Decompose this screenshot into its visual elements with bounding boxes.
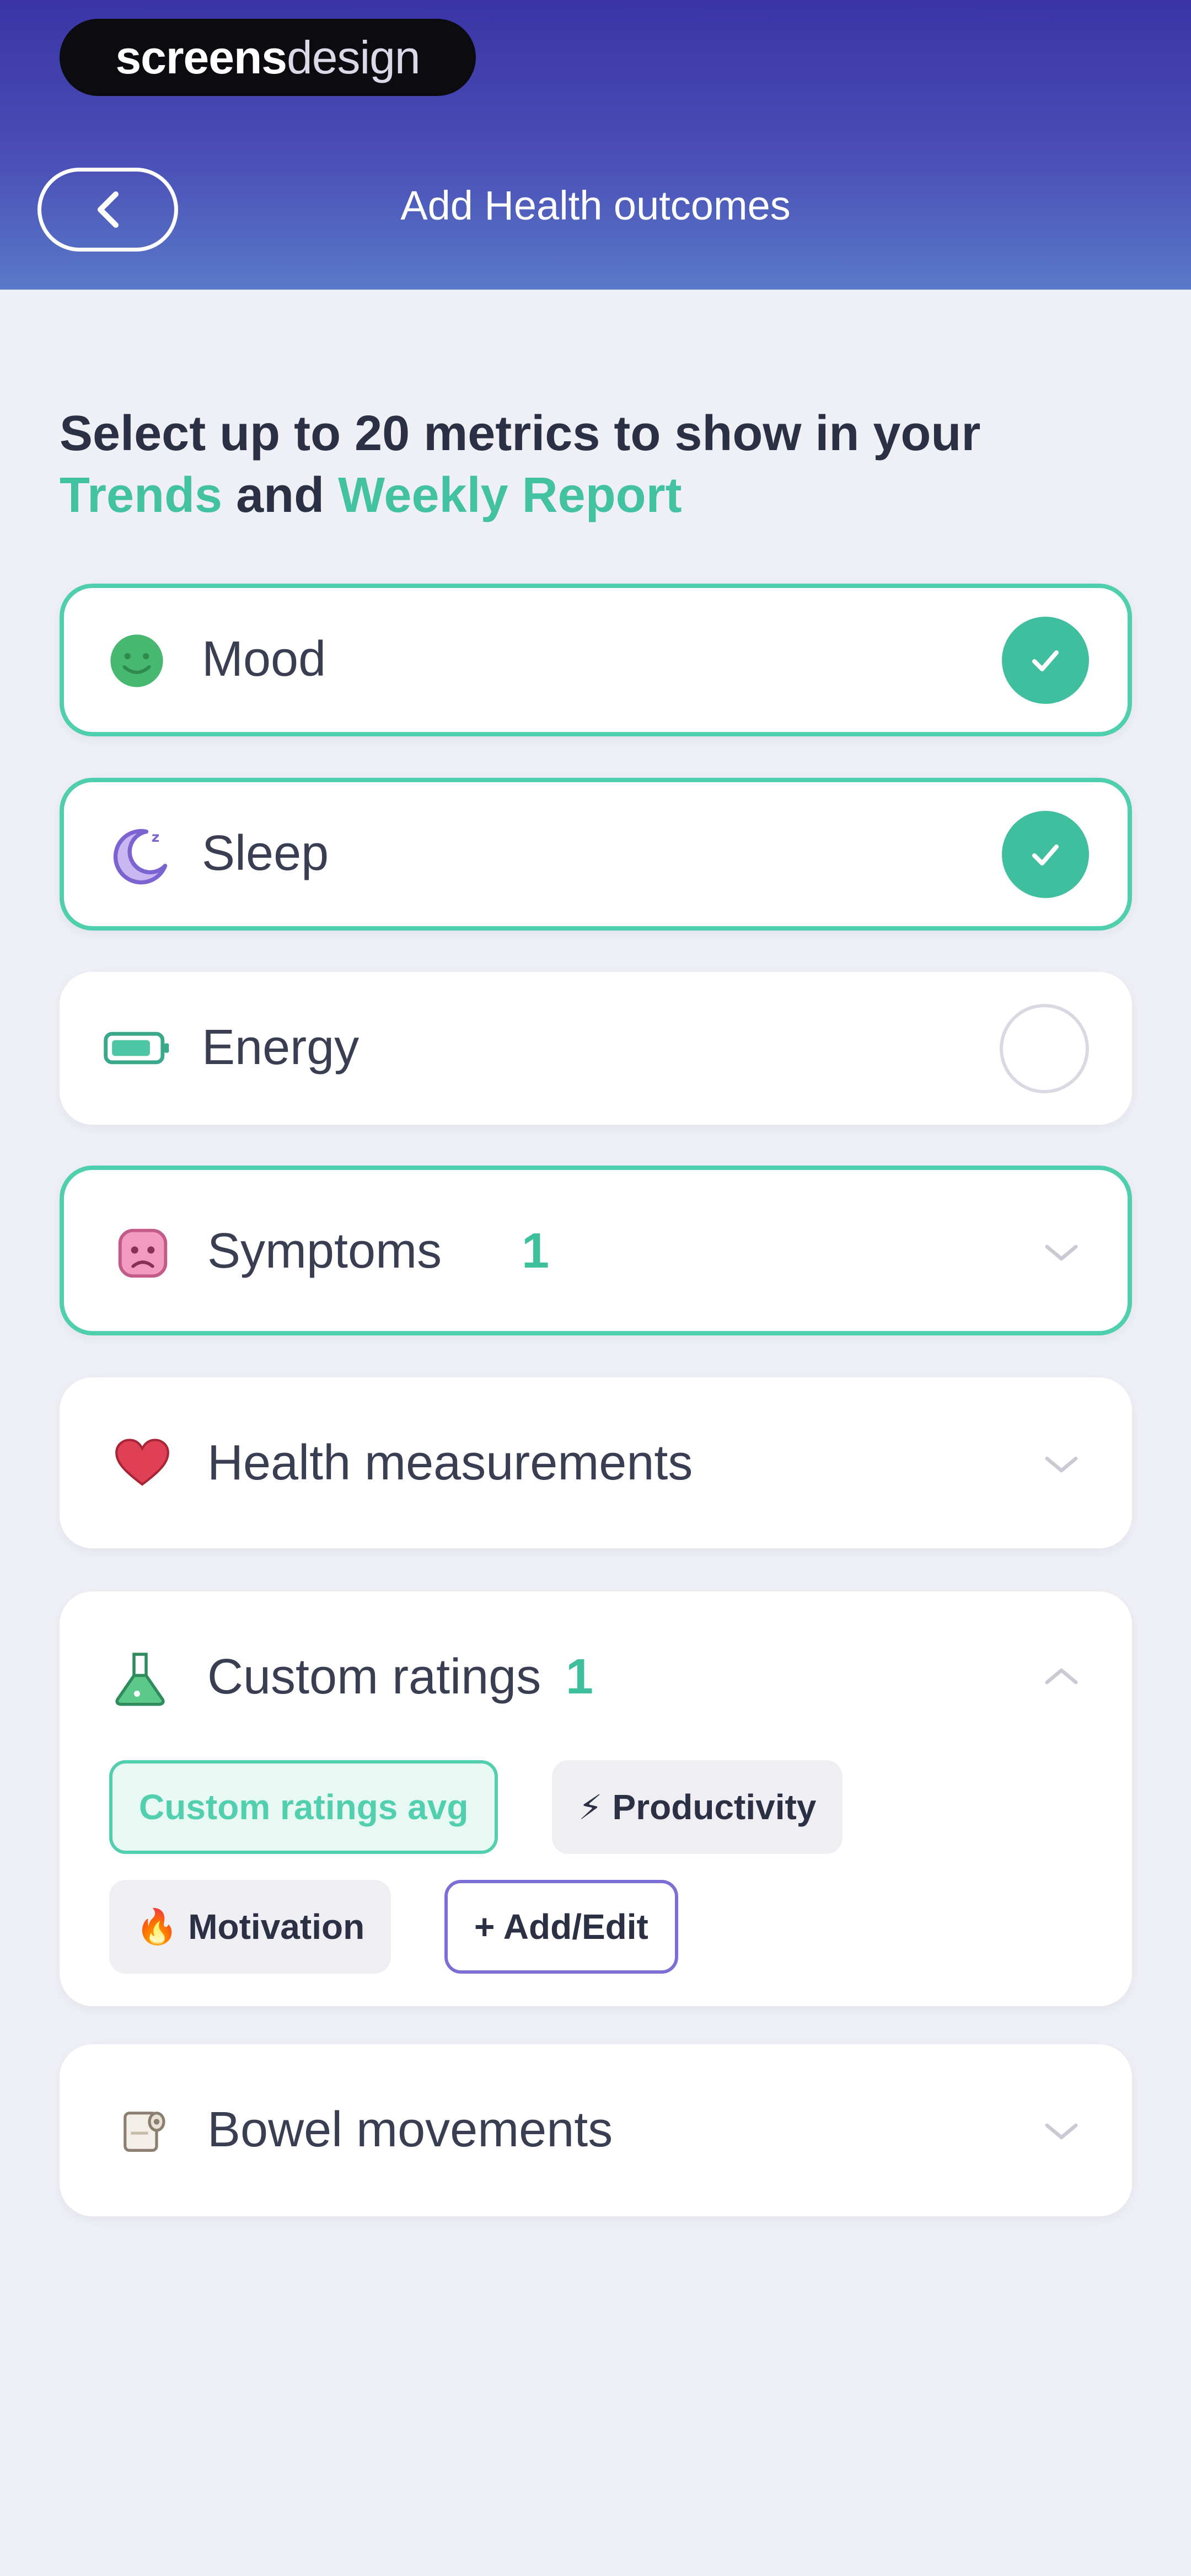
intro-and: and <box>222 468 339 523</box>
brand-strong: screens <box>115 31 287 83</box>
chevron-down-icon[interactable] <box>1042 1452 1081 1477</box>
chevron-down-icon[interactable] <box>1042 2119 1081 2144</box>
fire-icon: 🔥 <box>136 1907 179 1946</box>
section-bowel-movements[interactable]: Bowel movements <box>60 2044 1132 2216</box>
metric-card-sleep[interactable]: z Sleep <box>60 778 1132 931</box>
battery-icon <box>101 1020 173 1076</box>
metric-label-sleep: Sleep <box>202 826 329 881</box>
section-health-measurements[interactable]: Health measurements <box>60 1377 1132 1548</box>
lightning-icon: ⚡ <box>578 1788 603 1827</box>
chip-label: Custom ratings avg <box>139 1787 469 1827</box>
energy-radio[interactable] <box>1000 1004 1089 1093</box>
metric-card-mood[interactable]: Mood <box>60 584 1132 736</box>
section-label-bowel-movements: Bowel movements <box>207 2102 613 2157</box>
symptoms-count-badge: 1 <box>522 1223 550 1279</box>
custom-ratings-header[interactable]: Custom ratings 1 <box>64 1596 1128 1756</box>
checkmark-icon <box>1032 650 1059 671</box>
section-label-custom-ratings: Custom ratings <box>207 1649 541 1704</box>
chevron-up-icon[interactable] <box>1042 1664 1081 1688</box>
custom-ratings-count-badge: 1 <box>566 1649 594 1704</box>
metric-card-energy[interactable]: Energy <box>60 972 1132 1125</box>
brand-light: design <box>287 31 421 83</box>
moon-icon: z <box>104 820 175 891</box>
metric-label-energy: Energy <box>202 1020 360 1075</box>
mood-face-icon <box>104 628 170 694</box>
add-health-outcomes-screen: screens design Add Health outcomes Select… <box>0 0 1191 2576</box>
weekly-report-link: Weekly Report <box>338 468 682 523</box>
section-custom-ratings: Custom ratings 1 Custom ratings avg ⚡ Pr… <box>60 1591 1132 2006</box>
chip-custom-ratings-avg[interactable]: Custom ratings avg <box>109 1760 498 1854</box>
flask-icon <box>107 1645 173 1712</box>
section-symptoms[interactable]: Symptoms 1 <box>60 1166 1132 1335</box>
symptoms-icon <box>107 1217 179 1289</box>
intro-text: Select up to 20 metrics to show in your … <box>60 403 1151 526</box>
add-edit-button[interactable]: + Add/Edit <box>444 1880 678 1974</box>
chip-label: Motivation <box>188 1907 365 1947</box>
heart-icon <box>109 1433 175 1493</box>
metric-label-mood: Mood <box>202 632 326 687</box>
checkmark-icon <box>1032 845 1059 865</box>
chip-productivity[interactable]: ⚡ Productivity <box>552 1760 843 1854</box>
page-title: Add Health outcomes <box>400 183 791 228</box>
trends-link: Trends <box>60 468 223 523</box>
header-bar: screens design Add Health outcomes <box>0 0 1191 290</box>
chip-motivation[interactable]: 🔥 Motivation <box>109 1880 391 1974</box>
intro-line: Select up to 20 metrics to show in your <box>60 406 981 461</box>
sleep-check[interactable] <box>1002 811 1089 898</box>
toilet-paper-icon <box>109 2097 175 2163</box>
section-label-health-measurements: Health measurements <box>207 1435 693 1490</box>
chevron-down-icon[interactable] <box>1042 1241 1081 1265</box>
section-label-symptoms: Symptoms <box>207 1223 442 1279</box>
svg-text:z: z <box>152 829 159 845</box>
add-edit-label: + Add/Edit <box>474 1907 648 1947</box>
chip-label: Productivity <box>612 1787 817 1827</box>
brand-logo: screens design <box>60 19 476 96</box>
mood-check[interactable] <box>1002 617 1089 704</box>
